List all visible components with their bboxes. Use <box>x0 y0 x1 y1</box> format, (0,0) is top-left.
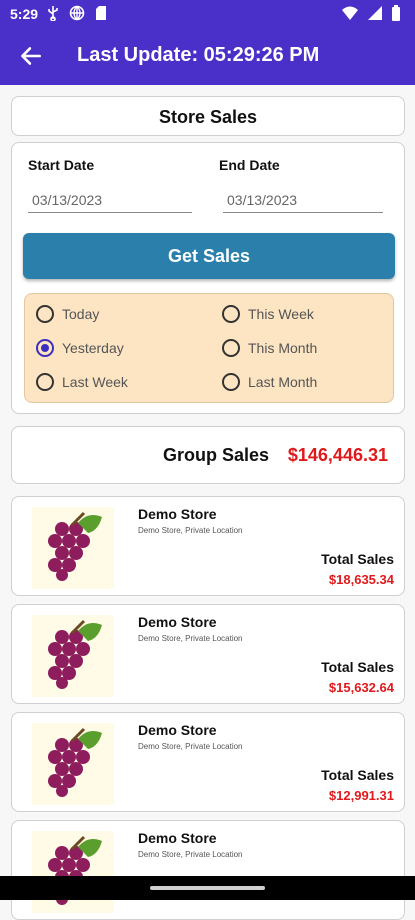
radio-label: Last Week <box>62 374 128 390</box>
radio-last-week[interactable]: Last Week <box>36 373 128 391</box>
store-sales-title: Store Sales <box>11 96 405 136</box>
radio-label: This Month <box>248 340 318 356</box>
group-sales-label: Group Sales <box>162 445 269 465</box>
sales-filter-card: Start Date End Date Get Sales Today This… <box>11 142 405 414</box>
radio-circle-icon <box>36 305 54 323</box>
store-location: Demo Store, Private Location <box>138 742 243 751</box>
group-sales-card: Group Sales $146,446.31 <box>11 426 405 484</box>
usb-icon <box>48 6 58 21</box>
radio-label: Today <box>62 306 100 322</box>
radio-this-month[interactable]: This Month <box>222 339 317 357</box>
grapes-icon <box>32 723 114 805</box>
globe-icon <box>69 5 85 21</box>
start-date-label: Start Date <box>28 157 95 173</box>
store-name: Demo Store <box>138 614 217 630</box>
store-name: Demo Store <box>138 830 217 846</box>
radio-circle-icon <box>36 373 54 391</box>
end-date-label: End Date <box>219 157 280 173</box>
radio-circle-icon <box>222 339 240 357</box>
store-card[interactable]: Demo Store Demo Store, Private Location … <box>11 604 405 704</box>
total-sales-label: Total Sales <box>321 659 394 675</box>
status-time: 5:29 <box>10 6 39 22</box>
app-bar: Last Update: 05:29:26 PM <box>0 28 415 85</box>
store-card[interactable]: Demo Store Demo Store, Private Location … <box>11 496 405 596</box>
radio-label: Yesterday <box>62 340 124 356</box>
store-location: Demo Store, Private Location <box>138 634 243 643</box>
wifi-icon <box>342 6 358 20</box>
grapes-icon <box>32 831 114 913</box>
radio-label: This Week <box>248 306 314 322</box>
radio-circle-icon <box>222 373 240 391</box>
start-date-field[interactable] <box>28 187 192 213</box>
store-location: Demo Store, Private Location <box>138 526 243 535</box>
radio-last-month[interactable]: Last Month <box>222 373 317 391</box>
radio-circle-icon <box>222 305 240 323</box>
date-range-options: Today This Week Yesterday This Month Las… <box>24 293 394 403</box>
system-nav-bar <box>0 876 415 900</box>
radio-label: Last Month <box>248 374 318 390</box>
total-sales-value: $12,991.31 <box>328 788 394 803</box>
back-arrow-icon[interactable] <box>18 43 44 69</box>
total-sales-value: $15,632.64 <box>328 680 394 695</box>
page-title: Last Update: 05:29:26 PM <box>77 44 320 66</box>
sd-card-icon <box>96 6 106 20</box>
grapes-icon <box>32 507 114 589</box>
end-date-field[interactable] <box>223 187 383 213</box>
radio-this-week[interactable]: This Week <box>222 305 314 323</box>
store-card[interactable]: Demo Store Demo Store, Private Location <box>11 820 405 920</box>
battery-icon <box>392 5 400 21</box>
status-bar: 5:29 <box>0 0 415 28</box>
radio-today[interactable]: Today <box>36 305 99 323</box>
total-sales-value: $18,635.34 <box>328 572 394 587</box>
store-name: Demo Store <box>138 722 217 738</box>
total-sales-label: Total Sales <box>321 767 394 783</box>
radio-selected-icon <box>36 339 54 357</box>
grapes-icon <box>32 615 114 697</box>
group-sales-value: $146,446.31 <box>287 445 388 465</box>
total-sales-label: Total Sales <box>321 551 394 567</box>
store-name: Demo Store <box>138 506 217 522</box>
get-sales-button[interactable]: Get Sales <box>23 233 395 279</box>
store-card[interactable]: Demo Store Demo Store, Private Location … <box>11 712 405 812</box>
store-location: Demo Store, Private Location <box>138 850 243 859</box>
radio-yesterday[interactable]: Yesterday <box>36 339 124 357</box>
signal-icon <box>368 6 382 20</box>
home-gesture-handle[interactable] <box>150 886 265 890</box>
